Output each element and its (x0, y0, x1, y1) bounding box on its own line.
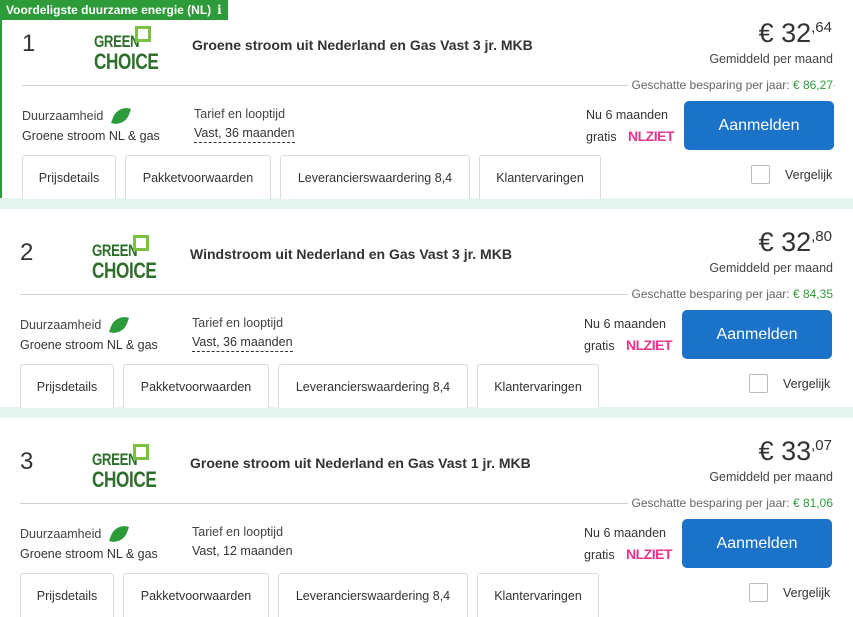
offer-card: 1 GREEN CHOICE Groene stroom uit Nederland … (0, 0, 853, 199)
tab-package-terms[interactable]: Pakketvoorwaarden (123, 573, 269, 617)
sustainability-label: Duurzaamheid (22, 109, 104, 123)
compare-checkbox[interactable] (749, 583, 768, 602)
tab-price-details[interactable]: Prijsdetails (20, 573, 114, 617)
green-choice-logo[interactable]: GREEN CHOICE (92, 235, 157, 285)
offer-tabs: Prijsdetails Pakketvoorwaarden Leverancier… (20, 364, 599, 408)
offer-tabs: Prijsdetails Pakketvoorwaarden Leverancier… (20, 573, 599, 617)
offer-card: 3 GREEN CHOICE Groene stroom uit Nederland … (0, 418, 853, 617)
green-choice-logo[interactable]: GREEN CHOICE (94, 26, 159, 76)
promo-free-text: gratis (584, 548, 615, 562)
sustainability-value: Groene stroom NL & gas (20, 338, 158, 352)
promo-free-text: gratis (586, 130, 617, 144)
tab-package-terms[interactable]: Pakketvoorwaarden (123, 364, 269, 408)
promo-free-text: gratis (584, 339, 615, 353)
best-deal-badge: Voordeligste duurzame energie (NL) i (0, 0, 228, 20)
compare-label[interactable]: Vergelijk (783, 586, 830, 600)
nlziet-logo: NLZIET (626, 337, 673, 353)
promo-text: Nu 6 maanden (586, 108, 669, 122)
logo-square-icon (133, 444, 149, 460)
tab-customer-reviews[interactable]: Klantervaringen (477, 364, 599, 408)
leaf-icon (109, 313, 129, 337)
signup-button[interactable]: Aanmelden (684, 101, 834, 150)
savings-label: Geschatte besparing per jaar: (631, 496, 793, 510)
nlziet-logo-text: NLZIET (626, 546, 673, 562)
price-caption: Gemiddeld per maand (709, 261, 833, 275)
logo-text-line2: CHOICE (92, 467, 157, 492)
nlziet-logo-text: NLZIET (628, 128, 675, 144)
tab-price-details[interactable]: Prijsdetails (20, 364, 114, 408)
offer-rank: 1 (22, 30, 36, 57)
offer-list: 1 GREEN CHOICE Groene stroom uit Nederland … (0, 0, 853, 617)
compare-label[interactable]: Vergelijk (785, 168, 832, 182)
price-cents: ,07 (811, 437, 832, 454)
logo-square-icon (135, 26, 151, 42)
sustainability-value: Groene stroom NL & gas (20, 547, 158, 561)
tariff-value: Vast, 12 maanden (192, 544, 293, 558)
price-per-month: € 32,80 (759, 227, 832, 258)
price-cents: ,64 (811, 19, 832, 36)
nlziet-logo: NLZIET (628, 128, 675, 144)
tab-supplier-rating[interactable]: Leverancierswaardering 8,4 (278, 573, 468, 617)
logo-text-line2: CHOICE (94, 49, 159, 74)
offer-title[interactable]: Groene stroom uit Nederland en Gas Vast … (190, 455, 531, 471)
signup-button[interactable]: Aanmelden (682, 519, 832, 568)
compare-checkbox[interactable] (751, 165, 770, 184)
nlziet-logo: NLZIET (626, 546, 673, 562)
offer-rank: 2 (20, 239, 34, 266)
leaf-icon (109, 522, 129, 546)
tab-customer-reviews[interactable]: Klantervaringen (479, 155, 601, 199)
price-per-month: € 32,64 (759, 18, 832, 49)
price-cents: ,80 (811, 228, 832, 245)
nlziet-logo-text: NLZIET (626, 337, 673, 353)
offer-title[interactable]: Windstroom uit Nederland en Gas Vast 3 j… (190, 246, 512, 262)
savings-amount: € 84,35 (792, 287, 833, 301)
tab-supplier-rating[interactable]: Leverancierswaardering 8,4 (280, 155, 470, 199)
tab-package-terms[interactable]: Pakketvoorwaarden (125, 155, 271, 199)
price-euro: € 32 (758, 227, 812, 257)
tariff-label: Tarief en looptijd (192, 525, 284, 539)
savings-label: Geschatte besparing per jaar: (631, 78, 793, 92)
sustainability-label: Duurzaamheid (20, 527, 102, 541)
savings-label: Geschatte besparing per jaar: (631, 287, 793, 301)
tariff-label: Tarief en looptijd (194, 107, 286, 121)
leaf-icon (111, 104, 131, 128)
price-euro: € 33 (758, 436, 812, 466)
sustainability-value: Groene stroom NL & gas (22, 129, 160, 143)
green-choice-logo[interactable]: GREEN CHOICE (92, 444, 157, 494)
promo-text: Nu 6 maanden (584, 526, 667, 540)
yearly-savings: Geschatte besparing per jaar: € 84,35 (627, 287, 833, 301)
info-icon[interactable]: i (217, 3, 222, 20)
tab-supplier-rating[interactable]: Leverancierswaardering 8,4 (278, 364, 468, 408)
price-per-month: € 33,07 (759, 436, 832, 467)
tab-customer-reviews[interactable]: Klantervaringen (477, 573, 599, 617)
savings-amount: € 86,27 (792, 78, 833, 92)
price-caption: Gemiddeld per maand (709, 52, 833, 66)
offer-title[interactable]: Groene stroom uit Nederland en Gas Vast … (192, 37, 533, 53)
sustainability-label: Duurzaamheid (20, 318, 102, 332)
compare-label[interactable]: Vergelijk (783, 377, 830, 391)
compare-checkbox[interactable] (749, 374, 768, 393)
tariff-value[interactable]: Vast, 36 maanden (194, 126, 295, 143)
promo-text: Nu 6 maanden (584, 317, 667, 331)
tariff-value[interactable]: Vast, 36 maanden (192, 335, 293, 352)
logo-square-icon (133, 235, 149, 251)
price-caption: Gemiddeld per maand (709, 470, 833, 484)
tariff-label: Tarief en looptijd (192, 316, 284, 330)
yearly-savings: Geschatte besparing per jaar: € 86,27 (627, 78, 833, 92)
price-euro: € 32 (758, 18, 812, 48)
badge-label: Voordeligste duurzame energie (NL) (6, 3, 212, 17)
logo-text-line2: CHOICE (92, 258, 157, 283)
signup-button[interactable]: Aanmelden (682, 310, 832, 359)
yearly-savings: Geschatte besparing per jaar: € 81,06 (627, 496, 833, 510)
savings-amount: € 81,06 (792, 496, 833, 510)
offer-card: 2 GREEN CHOICE Windstroom uit Nederland en … (0, 209, 853, 408)
offer-tabs: Prijsdetails Pakketvoorwaarden Leverancier… (22, 155, 601, 199)
offer-rank: 3 (20, 448, 34, 475)
tab-price-details[interactable]: Prijsdetails (22, 155, 116, 199)
